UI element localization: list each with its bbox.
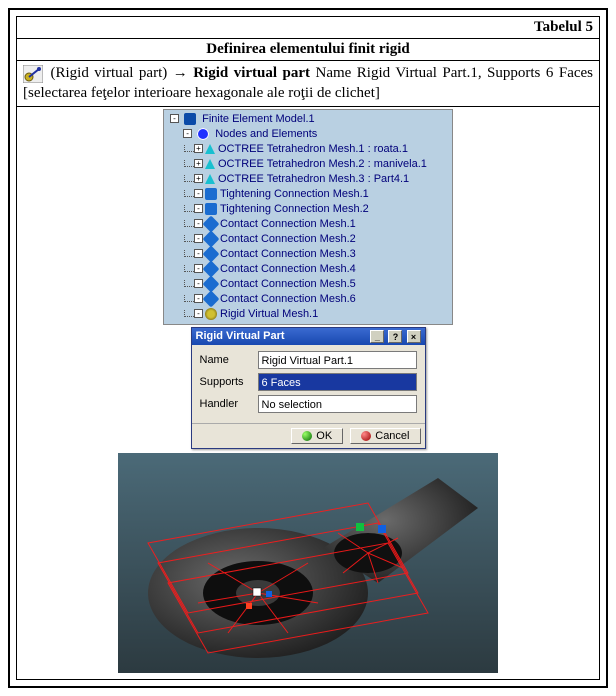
expand-icon[interactable]: -: [194, 279, 203, 288]
nodes-icon: [197, 128, 209, 140]
main-table: Tabelul 5 Definirea elementului finit ri…: [16, 16, 600, 680]
tree-item[interactable]: - Contact Connection Mesh.6: [164, 292, 452, 307]
octree-icon: [205, 174, 215, 184]
minimize-button[interactable]: _: [370, 330, 384, 343]
supports-label: Supports: [200, 376, 252, 388]
document-frame: Tabelul 5 Definirea elementului finit ri…: [8, 8, 608, 688]
expand-icon[interactable]: +: [194, 144, 203, 153]
name-field[interactable]: Rigid Virtual Part.1: [258, 351, 417, 369]
tree-item[interactable]: - Contact Connection Mesh.2: [164, 232, 452, 247]
tree-item[interactable]: - Contact Connection Mesh.5: [164, 277, 452, 292]
handler-label: Handler: [200, 398, 252, 410]
tree-item-label: OCTREE Tetrahedron Mesh.3 : Part4.1: [218, 173, 409, 185]
help-button[interactable]: ?: [388, 330, 402, 343]
contact-icon: [203, 215, 220, 232]
octree-icon: [205, 159, 215, 169]
tree-item-label: Tightening Connection Mesh.1: [220, 188, 369, 200]
tree-item-label: Rigid Virtual Mesh.1: [220, 308, 318, 320]
contact-icon: [203, 275, 220, 292]
tree-item[interactable]: - Tightening Connection Mesh.2: [164, 202, 452, 217]
ok-button[interactable]: OK: [291, 428, 343, 444]
tree-item-label: Contact Connection Mesh.4: [220, 263, 356, 275]
instruction-lead: (Rigid virtual part) →: [50, 65, 193, 81]
instruction-bold: Rigid virtual part: [193, 65, 310, 81]
expand-icon[interactable]: -: [194, 234, 203, 243]
dialog-title-text: Rigid Virtual Part: [196, 330, 285, 342]
ok-icon: [302, 431, 312, 441]
contact-icon: [203, 230, 220, 247]
tightening-icon: [205, 203, 217, 215]
3d-viewport[interactable]: [118, 453, 498, 673]
tree-nodes[interactable]: - Nodes and Elements: [164, 127, 452, 142]
tree-item[interactable]: + OCTREE Tetrahedron Mesh.2 : manivela.1: [164, 157, 452, 172]
expand-icon[interactable]: -: [194, 189, 203, 198]
contact-icon: [203, 290, 220, 307]
render-graphic: [118, 453, 498, 673]
tightening-icon: [205, 188, 217, 200]
table-title: Definirea elementului finit rigid: [17, 39, 600, 61]
collapse-icon[interactable]: -: [170, 114, 179, 123]
tree-item[interactable]: - Tightening Connection Mesh.1: [164, 187, 452, 202]
tree-item-label: OCTREE Tetrahedron Mesh.1 : roata.1: [218, 143, 408, 155]
expand-icon[interactable]: -: [194, 249, 203, 258]
tree-item-label: Contact Connection Mesh.1: [220, 218, 356, 230]
specification-tree[interactable]: - Finite Element Model.1 - Nodes and Ele…: [163, 109, 453, 325]
tree-nodes-label: Nodes and Elements: [215, 128, 317, 140]
tree-item[interactable]: - Contact Connection Mesh.3: [164, 247, 452, 262]
cancel-button[interactable]: Cancel: [350, 428, 420, 444]
octree-icon: [205, 144, 215, 154]
rigid-virtual-part-icon: [23, 65, 43, 83]
expand-icon[interactable]: -: [194, 219, 203, 228]
tree-item-label: Contact Connection Mesh.2: [220, 233, 356, 245]
screenshot-cell: - Finite Element Model.1 - Nodes and Ele…: [17, 106, 600, 679]
cancel-icon: [361, 431, 371, 441]
tree-item-label: Contact Connection Mesh.5: [220, 278, 356, 290]
tree-item-label: Tightening Connection Mesh.2: [220, 203, 369, 215]
handler-field[interactable]: No selection: [258, 395, 417, 413]
tree-item[interactable]: - Contact Connection Mesh.1: [164, 217, 452, 232]
expand-icon[interactable]: -: [194, 294, 203, 303]
contact-icon: [203, 260, 220, 277]
expand-icon[interactable]: +: [194, 159, 203, 168]
contact-icon: [203, 245, 220, 262]
window-controls: _ ? ×: [369, 330, 420, 343]
expand-icon[interactable]: +: [194, 174, 203, 183]
rigid-virtual-part-dialog: Rigid Virtual Part _ ? × Name Rigid Virt…: [191, 327, 426, 449]
expand-icon[interactable]: -: [194, 264, 203, 273]
tree-item-label: OCTREE Tetrahedron Mesh.2 : manivela.1: [218, 158, 427, 170]
tree-item-label: Contact Connection Mesh.3: [220, 248, 356, 260]
tree-item[interactable]: + OCTREE Tetrahedron Mesh.1 : roata.1: [164, 142, 452, 157]
model-icon: [184, 113, 196, 125]
tree-item-label: Contact Connection Mesh.6: [220, 293, 356, 305]
tree-root-label: Finite Element Model.1: [202, 113, 315, 125]
close-button[interactable]: ×: [407, 330, 421, 343]
rigid-mesh-icon: [205, 308, 217, 320]
name-label: Name: [200, 354, 252, 366]
tree-item[interactable]: - Rigid Virtual Mesh.1: [164, 307, 452, 322]
collapse-icon[interactable]: -: [183, 129, 192, 138]
expand-icon[interactable]: -: [194, 204, 203, 213]
tree-item[interactable]: + OCTREE Tetrahedron Mesh.3 : Part4.1: [164, 172, 452, 187]
dialog-titlebar[interactable]: Rigid Virtual Part _ ? ×: [192, 328, 425, 345]
instruction-cell: (Rigid virtual part) → Rigid virtual par…: [17, 61, 600, 107]
expand-icon[interactable]: -: [194, 309, 203, 318]
table-label: Tabelul 5: [17, 17, 600, 39]
tree-item[interactable]: - Contact Connection Mesh.4: [164, 262, 452, 277]
supports-field[interactable]: 6 Faces: [258, 373, 417, 391]
tree-root[interactable]: - Finite Element Model.1: [164, 112, 452, 127]
